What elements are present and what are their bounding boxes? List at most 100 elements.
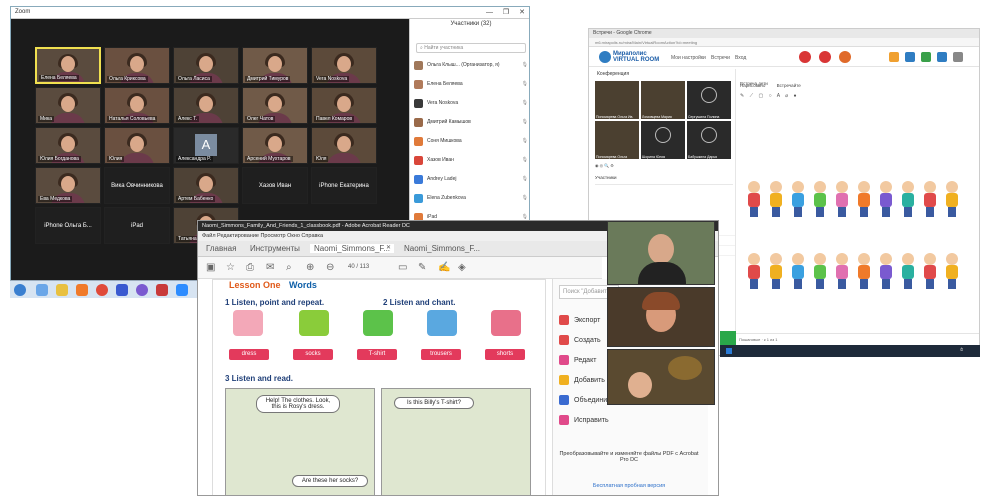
nav-login[interactable]: Вход [735,55,746,61]
participant-video-tile[interactable]: Vera Noskova [311,47,377,84]
participant-video-tile[interactable]: Юля [311,127,377,164]
mic-icon[interactable]: 🎙 [522,119,528,125]
mic-icon[interactable]: 🎙 [522,138,528,144]
nav-settings[interactable]: Мои настройки [671,55,706,61]
participant-row[interactable]: Елена Беляева 🎙 [414,78,528,90]
close-tab-icon[interactable]: ✕ [386,244,391,251]
participant-row[interactable]: Andrey Ladej 🎙 [414,173,528,185]
upload-icon[interactable] [921,52,931,62]
conference-tile[interactable]: Ломовцева Мария [641,81,685,119]
search-icon[interactable]: ⌕ [286,262,292,273]
green-action-button[interactable] [720,331,736,345]
conference-tile[interactable]: Пономарева Ольга [595,121,639,159]
mic-icon[interactable]: 🎙 [522,195,528,201]
participant-search-input[interactable]: ⌕ Найти участника [416,43,526,53]
zoom-icon[interactable] [176,284,188,296]
participant-video-tile[interactable]: Ольга Криксова [104,47,170,84]
participant-row[interactable]: Vera Noskova 🎙 [414,97,528,109]
conference-tile[interactable]: Пономарева Ольга Ив. [595,81,639,119]
save-icon[interactable]: ▣ [206,262,215,273]
participant-video-tile[interactable]: Павел Комаров [311,87,377,124]
label-shorts: shorts [485,349,525,360]
tab-doc-2[interactable]: Naomi_Simmons_F... [404,244,480,253]
conference-tile[interactable]: Бабушкина Дарья [687,121,731,159]
mic-icon[interactable]: 🎙 [522,100,528,106]
participant-video-tile[interactable]: Ольга Ласиса [173,47,239,84]
participant-video-tile[interactable]: Хазов Иван [242,167,308,204]
tag-icon[interactable]: ◈ [458,262,466,273]
participant-row[interactable]: Ольга Клыш... (Организатор, я) 🎙 [414,59,528,71]
tab-home[interactable]: Главная [206,244,236,253]
record-icon[interactable] [799,51,811,63]
participant-row[interactable]: Дмитрий Камышов 🎙 [414,116,528,128]
mic-icon[interactable]: 🎙 [522,176,528,182]
conference-tile[interactable]: Сергушина Полина [687,81,731,119]
notify-icon[interactable] [889,52,899,62]
start-icon-2[interactable] [726,348,732,354]
media-icon[interactable] [76,284,88,296]
drawing-toolbar[interactable]: ✎ ⟋ ▢ ○ A ⌀ ● [740,93,900,101]
task-3: 3 Listen and read. [225,374,294,383]
share-icon[interactable] [905,52,915,62]
kid-figure [858,181,870,217]
participant-video-tile[interactable]: Наталья Соловьева [104,87,170,124]
participant-row[interactable]: Соня Мишкова 🎙 [414,135,528,147]
settings-icon[interactable] [953,52,963,62]
address-bar[interactable]: m6.mirapolis.ru/mira/Main/VirtualRoomAct… [589,38,979,47]
mic-icon[interactable]: 🎙 [522,62,528,68]
window-controls[interactable]: — ❐ ✕ [486,8,529,16]
acrobat-icon[interactable] [156,284,168,296]
comment-icon[interactable]: ▭ [398,262,407,273]
tab-doc-1[interactable]: Naomi_Simmons_F... [310,244,395,253]
mic-icon[interactable]: 🎙 [522,81,528,87]
start-icon[interactable] [14,284,26,296]
participant-video-tile[interactable]: Артем Бабенко [173,167,239,204]
page-up-icon[interactable]: ⊕ [306,262,314,273]
folder-icon[interactable] [56,284,68,296]
participant-row[interactable]: Хазов Иван 🎙 [414,154,528,166]
viber-icon[interactable] [136,284,148,296]
explorer-icon[interactable] [36,284,48,296]
stop-icon[interactable] [819,51,831,63]
participant-video-tile[interactable]: iPhone Екатерина [311,167,377,204]
participant-video-tile[interactable]: A Александра Р. [173,127,239,164]
participant-video-tile[interactable]: Елена Беляева [35,47,101,84]
mail-icon[interactable]: ✉ [266,262,274,273]
word-icon[interactable] [116,284,128,296]
participant-video-tile[interactable]: Алекс Т. [173,87,239,124]
pen-icon[interactable]: ✎ [418,262,426,273]
people-icon[interactable] [937,52,947,62]
conference-tile[interactable]: Шорина Юлия [641,121,685,159]
participant-video-tile[interactable]: Дмитрий Тимуров [242,47,308,84]
trial-link[interactable]: Бесплатная пробная версия [559,483,699,489]
tool-fix[interactable]: Исправить [559,415,609,425]
conference-tile-name: Ломовцева Мария [642,115,672,119]
tool-export[interactable]: Экспорт [559,315,600,325]
participant-video-tile[interactable]: iPad [104,207,170,244]
participant-row[interactable]: Elena Zubenkova 🎙 [414,192,528,204]
participant-video-tile[interactable]: Вика Овчинникова [104,167,170,204]
bookmark-icon[interactable]: ☆ [226,262,235,273]
tool-edit[interactable]: Редакт [559,355,596,365]
participant-video-tile[interactable]: Юлия [104,127,170,164]
participant-video-tile[interactable]: Мика [35,87,101,124]
conference-controls[interactable]: ◉ ◎ 🔍 ⚙ [595,163,733,171]
tab-tools[interactable]: Инструменты [250,244,300,253]
tab-meet[interactable]: Встречайте [777,83,801,88]
participant-video-tile[interactable]: Арсений Мухтаров [242,127,308,164]
page-indicator[interactable]: 40 / 113 [348,264,369,270]
participant-video-tile[interactable]: Олег Чатов [242,87,308,124]
page-down-icon[interactable]: ⊖ [326,262,334,273]
tool-add[interactable]: Добавить [559,375,605,385]
mic-icon[interactable]: 🎙 [522,157,528,163]
hand-icon[interactable] [839,51,851,63]
participant-video-tile[interactable]: Ева Медкова [35,167,101,204]
participant-video-tile[interactable]: Юлия Богданова [35,127,101,164]
print-icon[interactable]: ⎙ [246,262,254,273]
tab-drawn[interactable]: Нарисовано [740,83,765,88]
nav-meetings[interactable]: Встречи [711,55,730,61]
chrome-icon[interactable] [96,284,108,296]
tool-create[interactable]: Создать [559,335,601,345]
sign-icon[interactable]: ✍ [438,262,450,273]
participant-video-tile[interactable]: iPhone Ольга Б... [35,207,101,244]
